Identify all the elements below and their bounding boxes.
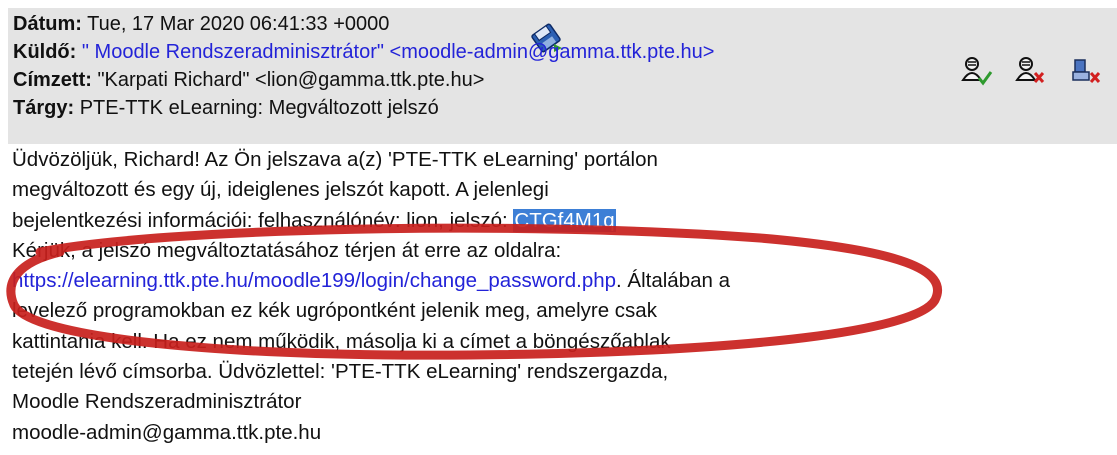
block-sender-icon[interactable] — [1013, 54, 1049, 88]
to-row: Címzett: "Karpati Richard" <lion@gamma.t… — [13, 68, 484, 92]
body-line-9: Moodle Rendszeradminisztrátor — [12, 390, 302, 414]
body-line-10: moodle-admin@gamma.ttk.pte.hu — [12, 420, 322, 444]
body-line-8: tetején lévő címsorba. Üdvözlettel: 'PTE… — [12, 360, 669, 384]
add-sender-icon[interactable] — [959, 54, 995, 88]
body-line-3-text: bejelentkezési információi: felhasználón… — [12, 208, 514, 232]
subject-value: PTE-TTK eLearning: Megváltozott jelszó — [79, 97, 439, 119]
body-line-6: levelező programokban ez kék ugrópontkén… — [12, 299, 657, 323]
from-row: Küldő: " Moodle Rendszeradminisztrátor" … — [13, 40, 714, 64]
body-line-4: Kérjük, a jelszó megváltoztatásához térj… — [12, 238, 562, 262]
body-line-7: kattintania kell. Ha ez nem működik, más… — [12, 329, 671, 353]
date-value: Tue, 17 Mar 2020 06:41:33 +0000 — [87, 13, 390, 35]
selected-password[interactable]: CTGf4M1q — [513, 208, 616, 232]
date-row: Dátum: Tue, 17 Mar 2020 06:41:33 +0000 — [13, 12, 389, 36]
message-header: Dátum: Tue, 17 Mar 2020 06:41:33 +0000 K… — [8, 8, 1117, 144]
subject-label: Tárgy: — [13, 97, 75, 119]
delete-message-icon[interactable] — [1069, 54, 1105, 88]
message-body: Üdvözöljük, Richard! Az Ön jelszava a(z)… — [12, 145, 1012, 448]
body-line-2: megváltozott és egy új, ideiglenes jelsz… — [12, 178, 549, 202]
body-line-5-text: . Általában a — [616, 269, 731, 293]
subject-row: Tárgy: PTE-TTK eLearning: Megváltozott j… — [13, 96, 439, 120]
to-label: Címzett: — [13, 69, 92, 91]
date-label: Dátum: — [13, 13, 82, 35]
sender-actions — [959, 54, 1109, 92]
from-label: Küldő: — [13, 41, 77, 63]
body-line-5: https://elearning.ttk.pte.hu/moodle199/l… — [12, 266, 1012, 296]
body-line-1: Üdvözöljük, Richard! Az Ön jelszava a(z)… — [12, 148, 658, 171]
from-value[interactable]: " Moodle Rendszeradminisztrátor" <moodle… — [82, 41, 715, 63]
body-line-3: bejelentkezési információi: felhasználón… — [12, 206, 1012, 236]
to-value: "Karpati Richard" <lion@gamma.ttk.pte.hu… — [97, 69, 485, 91]
email-view: Dátum: Tue, 17 Mar 2020 06:41:33 +0000 K… — [0, 0, 1117, 455]
change-password-link[interactable]: https://elearning.ttk.pte.hu/moodle199/l… — [12, 269, 616, 292]
